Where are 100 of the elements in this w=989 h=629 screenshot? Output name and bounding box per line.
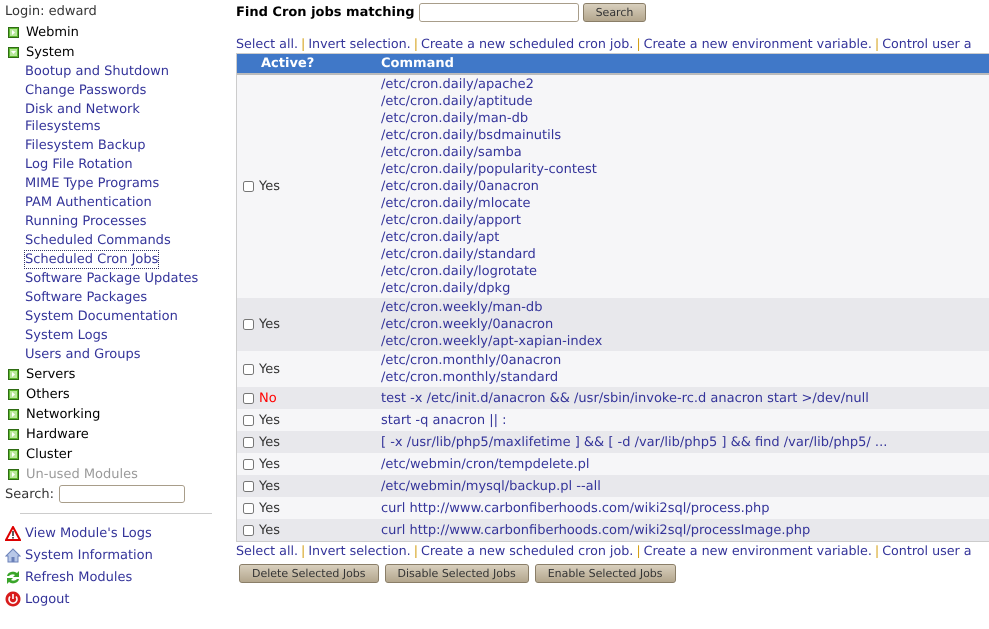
expand-icon[interactable] [8, 368, 19, 380]
find-label: Find Cron jobs matching [236, 4, 415, 20]
action-link[interactable]: Create a new environment variable. [644, 542, 872, 560]
command-link[interactable]: /etc/cron.weekly/0anacron [381, 316, 602, 333]
module-link[interactable]: Software Package Updates [25, 270, 198, 287]
action-link[interactable]: Create a new scheduled cron job. [420, 542, 634, 560]
module-link[interactable]: System Logs [25, 327, 108, 344]
search-button[interactable]: Search [582, 2, 646, 22]
expand-icon[interactable] [8, 428, 19, 440]
column-header: Active? [260, 56, 316, 71]
command-link[interactable]: /etc/cron.daily/bsdmainutils [381, 127, 597, 144]
category-label[interactable]: Others [26, 386, 70, 402]
row-checkbox[interactable] [243, 502, 254, 514]
category-label[interactable]: System [26, 44, 74, 60]
module-link[interactable]: Change Passwords [25, 82, 146, 99]
command-link[interactable]: /etc/cron.daily/0anacron [381, 178, 597, 195]
active-status: Yes [259, 500, 280, 516]
command-link[interactable]: /etc/webmin/cron/tempdelete.pl [381, 456, 590, 472]
module-link[interactable]: Log File Rotation [25, 156, 133, 173]
command-link[interactable]: test -x /etc/init.d/anacron && /usr/sbin/invoke-rc.d anacron start >/dev/null [381, 390, 869, 406]
row-checkbox[interactable] [243, 181, 254, 192]
command-link[interactable]: /etc/cron.weekly/man-db [381, 299, 602, 316]
command-link[interactable]: /etc/cron.daily/apt [381, 229, 597, 246]
search-field[interactable] [59, 485, 186, 503]
action-link[interactable]: Create a new environment variable. [644, 35, 872, 53]
sidebar-link[interactable]: System Information [25, 548, 153, 562]
sidebar-link[interactable]: Refresh Modules [25, 570, 132, 584]
command-link[interactable]: curl http://www.carbonfiberhoods.com/wiki2sql/process.php [381, 500, 770, 516]
separator: | [414, 542, 418, 560]
sidebar-link[interactable]: View Module's Logs [25, 526, 152, 540]
expand-icon[interactable] [8, 388, 19, 400]
expand-icon[interactable] [8, 448, 19, 460]
module-link[interactable]: PAM Authentication [25, 194, 152, 211]
command-link[interactable]: start -q anacron || : [381, 412, 506, 428]
command-link[interactable]: /etc/cron.daily/standard [381, 246, 597, 263]
command-link[interactable]: /etc/webmin/mysql/backup.pl --all [381, 478, 601, 494]
action-link[interactable]: Invert selection. [308, 35, 411, 53]
separator: | [301, 542, 306, 560]
column-header: Command [380, 56, 454, 71]
category-label[interactable]: Cluster [26, 446, 72, 462]
module-link[interactable]: Filesystem Backup [25, 137, 146, 154]
module-link[interactable]: Scheduled Commands [25, 232, 171, 249]
row-checkbox[interactable] [243, 364, 254, 374]
module-link[interactable]: Bootup and Shutdown [25, 63, 170, 80]
row-checkbox[interactable] [243, 524, 254, 536]
expand-icon[interactable] [8, 408, 19, 420]
collapse-icon[interactable] [8, 46, 19, 58]
separator: | [636, 35, 641, 53]
module-link[interactable]: Running Processes [25, 213, 146, 230]
job-action-button[interactable]: Enable Selected Jobs [534, 564, 676, 583]
active-status: Yes [259, 412, 280, 428]
search-label: Search: [5, 486, 54, 502]
command-link[interactable]: /etc/cron.weekly/apt-xapian-index [381, 333, 602, 350]
command-link[interactable]: /etc/cron.daily/samba [381, 144, 597, 161]
action-link[interactable]: Create a new scheduled cron job. [420, 35, 634, 53]
command-link[interactable]: /etc/cron.monthly/standard [381, 369, 562, 386]
active-status: Yes [259, 317, 280, 332]
sidebar-link[interactable]: Logout [25, 592, 70, 606]
command-link[interactable]: /etc/cron.daily/mlocate [381, 195, 597, 212]
module-link[interactable]: System Documentation [25, 308, 178, 325]
action-link[interactable]: Select all. [236, 542, 298, 560]
separator: | [874, 542, 880, 560]
command-link[interactable]: /etc/cron.daily/popularity-contest [381, 161, 597, 178]
category-label[interactable]: Servers [26, 366, 76, 382]
command-link[interactable]: /etc/cron.daily/aptitude [381, 93, 597, 110]
row-checkbox[interactable] [243, 414, 254, 426]
command-link[interactable]: /etc/cron.monthly/0anacron [381, 352, 562, 369]
power-icon [5, 591, 21, 607]
active-status: Yes [259, 362, 280, 376]
action-link[interactable]: Select all. [236, 35, 298, 53]
command-link[interactable]: /etc/cron.daily/apache2 [381, 76, 597, 93]
job-action-button[interactable]: Delete Selected Jobs [239, 564, 379, 583]
command-link[interactable]: /etc/cron.daily/man-db [381, 110, 597, 127]
command-link[interactable]: curl http://www.carbonfiberhoods.com/wiki2sql/processImage.php [381, 522, 810, 538]
row-checkbox[interactable] [243, 458, 254, 470]
command-link[interactable]: /etc/cron.daily/logrotate [381, 263, 597, 280]
action-link[interactable]: Control user a [882, 35, 972, 53]
row-checkbox[interactable] [243, 392, 254, 404]
action-link[interactable]: Invert selection. [308, 542, 411, 560]
module-link[interactable]: Scheduled Cron Jobs [25, 251, 158, 268]
login-label: Login: edward [5, 3, 98, 21]
row-checkbox[interactable] [243, 480, 254, 492]
warning-icon [5, 526, 21, 540]
expand-icon[interactable] [8, 26, 19, 38]
command-link[interactable]: /etc/cron.daily/apport [381, 212, 597, 229]
find-field[interactable] [418, 2, 579, 22]
command-link[interactable]: [ -x /usr/lib/php5/maxlifetime ] && [ -d /var/lib/php5 ] && find /var/lib/php5/ ... [381, 434, 888, 450]
active-status: Yes [259, 478, 280, 494]
module-link[interactable]: Users and Groups [25, 346, 140, 363]
module-link[interactable]: Disk and Network Filesystems [25, 101, 215, 135]
module-link[interactable]: MIME Type Programs [25, 175, 160, 192]
command-link[interactable]: /etc/cron.daily/dpkg [381, 280, 597, 297]
row-checkbox[interactable] [243, 319, 254, 330]
action-link[interactable]: Control user a [882, 542, 972, 560]
row-checkbox[interactable] [243, 436, 254, 448]
category-label[interactable]: Networking [26, 406, 100, 422]
category-label[interactable]: Webmin [26, 24, 79, 40]
category-label[interactable]: Hardware [26, 426, 89, 442]
module-link[interactable]: Software Packages [25, 289, 148, 306]
job-action-button[interactable]: Disable Selected Jobs [384, 564, 529, 583]
